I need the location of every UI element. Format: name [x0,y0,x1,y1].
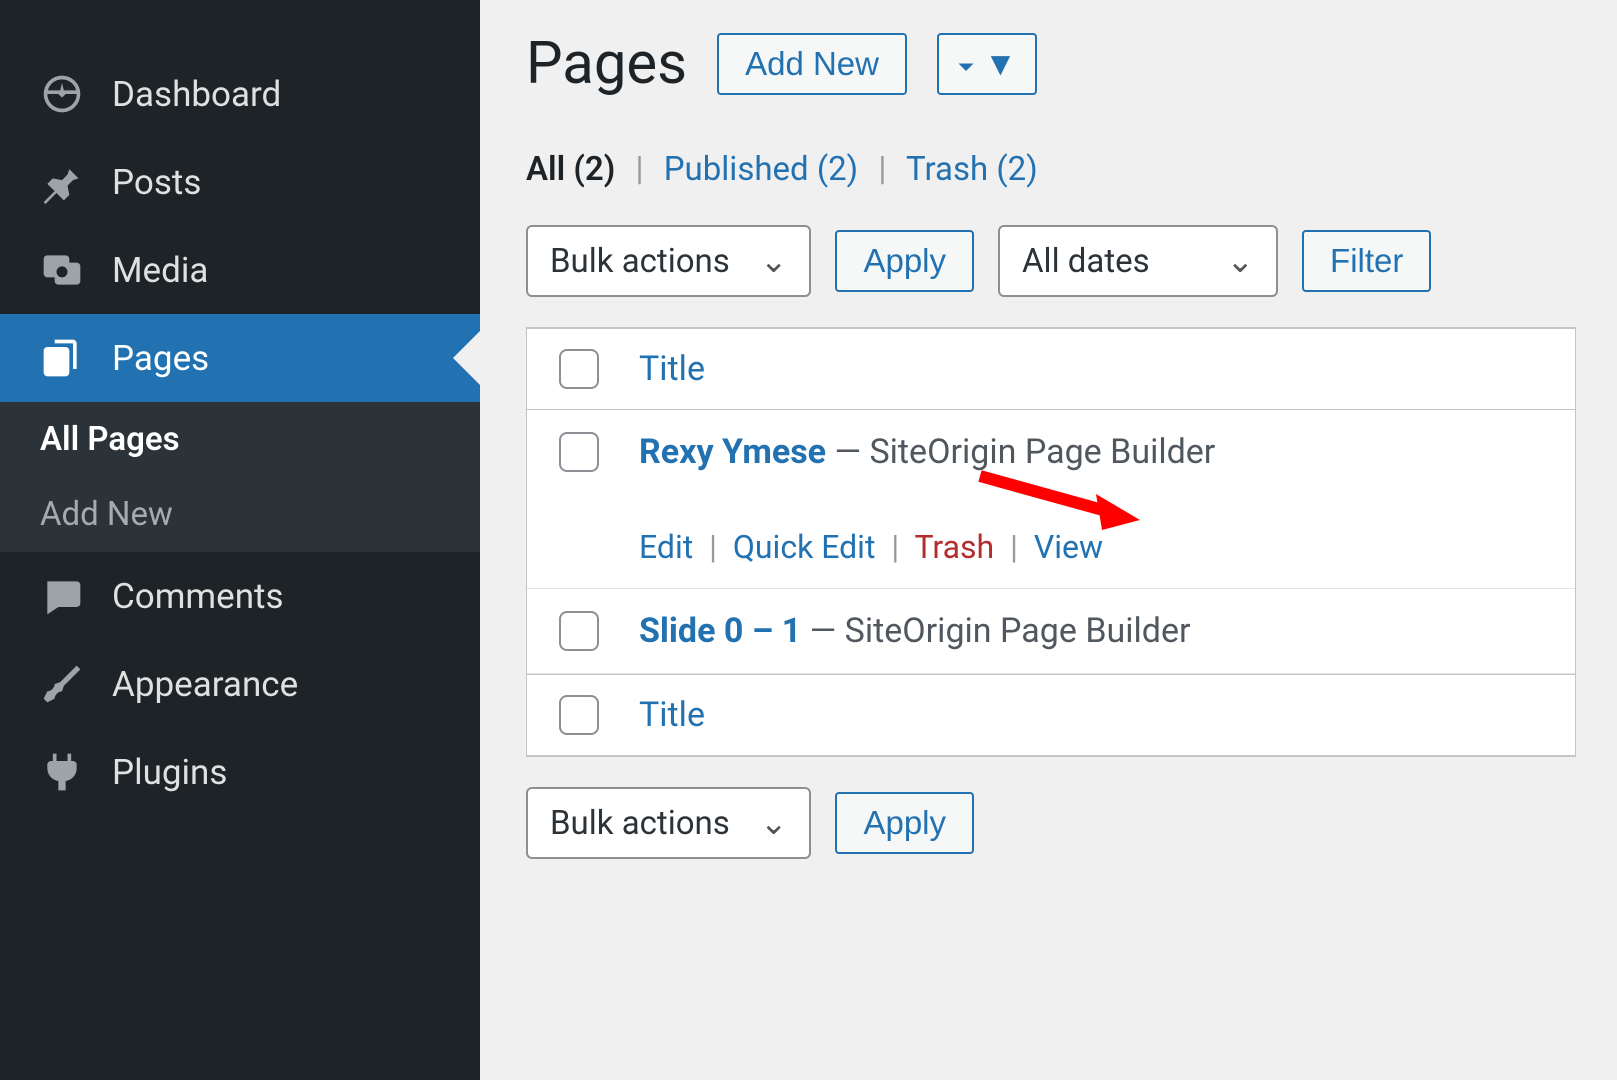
page-title-suffix: — SiteOrigin Page Builder [810,611,1191,651]
sidebar-item-posts[interactable]: Posts [0,138,480,226]
table-row: Slide 0 – 1 — SiteOrigin Page Builder [527,589,1575,674]
filter-button[interactable]: Filter [1302,230,1431,292]
filter-trash[interactable]: Trash (2) [906,150,1038,189]
bulk-actions-select-bottom[interactable]: Bulk actions ⌄ [526,787,811,859]
sidebar-item-pages[interactable]: Pages [0,314,480,402]
sidebar-item-appearance[interactable]: Appearance [0,640,480,728]
sidebar-item-comments[interactable]: Comments [0,552,480,640]
apply-button-bottom[interactable]: Apply [835,792,974,854]
row-checkbox[interactable] [559,611,599,651]
row-title: Slide 0 – 1 — SiteOrigin Page Builder [639,611,1191,651]
brush-icon [40,662,84,706]
pages-table: Title Rexy Ymese — SiteOrigin Page Build… [526,327,1576,757]
table-header: Title [527,328,1575,410]
chevron-down-icon: ⌄ [760,803,788,843]
action-quick-edit[interactable]: Quick Edit [733,528,876,566]
submenu-all-pages[interactable]: All Pages [0,402,480,477]
sidebar-item-label: Plugins [112,752,227,793]
select-all-checkbox-footer[interactable] [559,695,599,735]
status-filters: All (2) | Published (2) | Trash (2) [526,150,1617,189]
comments-icon [40,574,84,618]
sidebar-item-media[interactable]: Media [0,226,480,314]
select-all-checkbox[interactable] [559,349,599,389]
plug-icon [40,750,84,794]
apply-button[interactable]: Apply [835,230,974,292]
action-trash[interactable]: Trash [914,528,994,566]
chevron-down-icon: ⌄ [1226,241,1254,281]
page-header: Pages Add New ▼ [526,30,1617,98]
page-title-link[interactable]: Slide 0 – 1 [639,611,801,651]
sidebar-item-label: Dashboard [112,74,281,115]
bottom-toolbar: Bulk actions ⌄ Apply [526,787,1617,859]
admin-sidebar: Dashboard Posts Media Pages All Pages Ad… [0,0,480,1080]
column-header-title[interactable]: Title [639,349,705,389]
add-new-button[interactable]: Add New [717,33,907,95]
row-title: Rexy Ymese — SiteOrigin Page Builder [639,432,1215,472]
sidebar-item-dashboard[interactable]: Dashboard [0,50,480,138]
page-title-suffix: — SiteOrigin Page Builder [834,432,1215,472]
action-edit[interactable]: Edit [639,528,693,566]
bulk-actions-select[interactable]: Bulk actions ⌄ [526,225,811,297]
main-content: Pages Add New ▼ All (2) | Published (2) … [480,0,1617,1080]
row-actions: Edit | Quick Edit | Trash | View [559,528,1543,566]
caret-down-icon: ▼ [957,45,1017,82]
submenu-add-new[interactable]: Add New [0,477,480,552]
sidebar-item-plugins[interactable]: Plugins [0,728,480,816]
action-view[interactable]: View [1034,528,1103,566]
table-row: Rexy Ymese — SiteOrigin Page Builder Edi… [527,410,1575,589]
add-new-dropdown-button[interactable]: ▼ [937,33,1037,95]
filter-all[interactable]: All (2) [526,150,623,189]
sidebar-item-label: Comments [112,576,284,617]
sidebar-item-label: Appearance [112,664,298,705]
filter-published[interactable]: Published (2) [664,150,867,189]
date-filter-select[interactable]: All dates ⌄ [998,225,1278,297]
page-title: Pages [526,30,687,98]
dashboard-icon [40,72,84,116]
chevron-down-icon: ⌄ [760,241,788,281]
sidebar-item-label: Pages [112,338,209,379]
pin-icon [40,160,84,204]
table-footer: Title [527,674,1575,756]
column-footer-title[interactable]: Title [639,695,705,735]
row-checkbox[interactable] [559,432,599,472]
sidebar-item-label: Media [112,250,208,291]
pages-icon [40,336,84,380]
media-icon [40,248,84,292]
top-toolbar: Bulk actions ⌄ Apply All dates ⌄ Filter [526,225,1617,297]
page-title-link[interactable]: Rexy Ymese [639,432,826,472]
sidebar-item-label: Posts [112,162,201,203]
sidebar-submenu: All Pages Add New [0,402,480,552]
